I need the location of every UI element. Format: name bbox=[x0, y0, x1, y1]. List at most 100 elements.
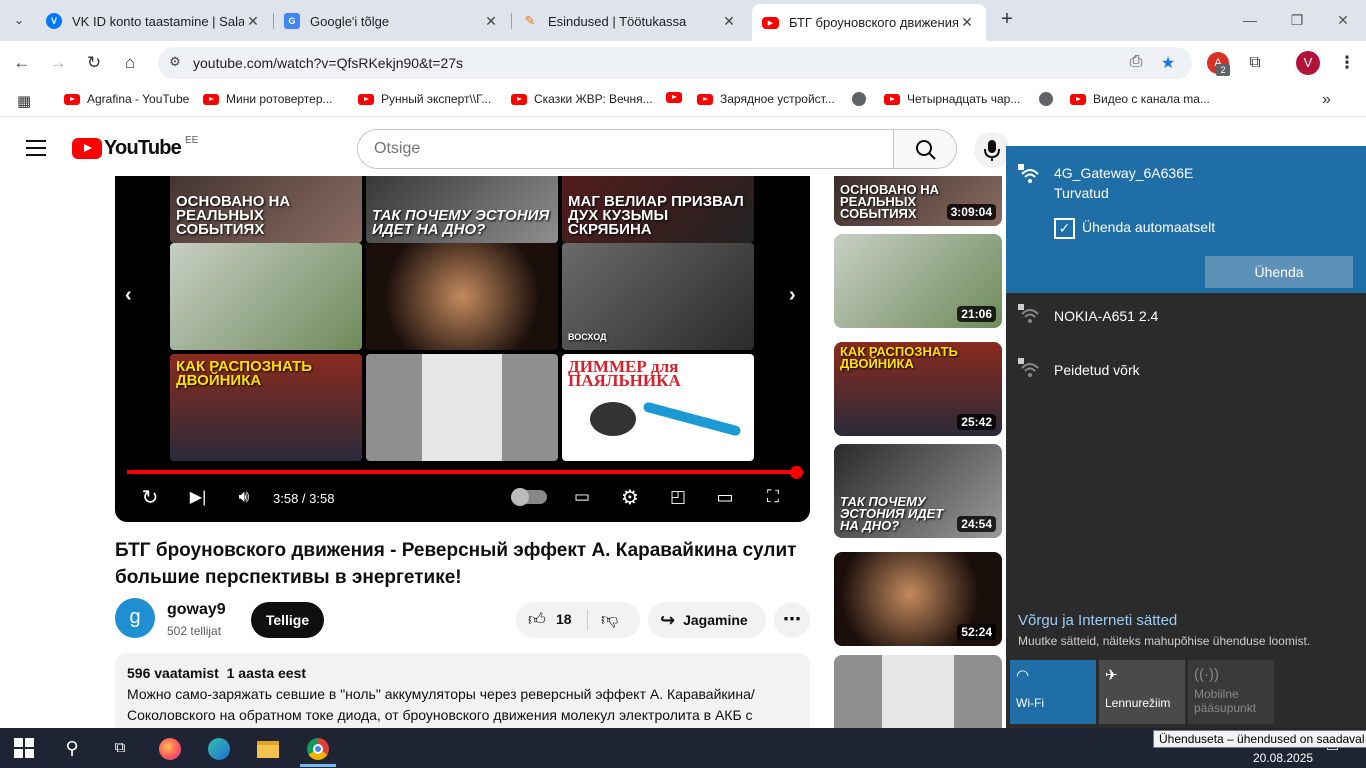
channel-avatar[interactable]: g bbox=[115, 598, 155, 638]
recommended-video[interactable]: ОСНОВАНО НА РЕАЛЬНЫХ СОБЫТИЯХ 3:09:04 bbox=[834, 176, 1002, 226]
endscreen-next-chevron-icon[interactable]: › bbox=[789, 284, 796, 307]
airplane-icon: ✈ bbox=[1105, 667, 1118, 684]
settings-gear-icon[interactable]: ⚙ bbox=[617, 484, 643, 510]
address-bar[interactable]: ⚙ youtube.com/watch?v=QfsRKekjn90&t=27s … bbox=[158, 47, 1192, 79]
subscribe-button[interactable]: Tellige bbox=[251, 602, 324, 638]
new-tab-plus-icon[interactable]: + bbox=[995, 8, 1019, 32]
connect-button[interactable]: Ühenda bbox=[1205, 256, 1353, 288]
endscreen-video[interactable]: ВОСХОД bbox=[562, 243, 754, 350]
progress-scrubber[interactable] bbox=[790, 466, 803, 479]
tab-close-icon[interactable]: ✕ bbox=[958, 14, 976, 31]
endscreen-video[interactable]: МАГ ВЕЛИАР ПРИЗВАЛ ДУХ КУЗЬМЫ СКРЯБИНА bbox=[562, 176, 754, 243]
tab-close-icon[interactable]: ✕ bbox=[482, 13, 500, 30]
bookmark-item[interactable]: Видео с канала ma... bbox=[1070, 92, 1210, 106]
firefox-icon[interactable] bbox=[150, 734, 190, 762]
subtitles-icon[interactable]: ▭ bbox=[569, 484, 595, 510]
endscreen-video[interactable] bbox=[170, 243, 362, 350]
miniplayer-icon[interactable]: ◰ bbox=[665, 484, 691, 510]
network-item[interactable]: Peidetud võrk bbox=[1006, 350, 1366, 394]
task-view-icon[interactable]: ⧉ bbox=[100, 734, 140, 762]
tab-close-icon[interactable]: ✕ bbox=[720, 13, 738, 30]
tab-title: Google'i tõlge bbox=[310, 13, 390, 29]
bookmark-item[interactable]: Мини ротовертер... bbox=[203, 92, 333, 106]
bookmark-item[interactable]: Agrafina - YouTube bbox=[64, 92, 189, 106]
back-arrow-icon[interactable]: ← bbox=[9, 50, 35, 76]
endscreen-video[interactable] bbox=[366, 354, 558, 461]
profile-avatar[interactable]: V bbox=[1296, 51, 1320, 75]
quick-action-hotspot[interactable]: ((·)) Mobiilne pääsupunkt bbox=[1188, 660, 1274, 724]
tab-search-chevron-icon[interactable]: ⌄ bbox=[6, 7, 32, 33]
home-icon[interactable]: ⌂ bbox=[117, 50, 143, 76]
video-player[interactable]: ОСНОВАНО НА РЕАЛЬНЫХ СОБЫТИЯХ ТАК ПОЧЕМУ… bbox=[115, 176, 810, 522]
endscreen-video[interactable]: ОСНОВАНО НА РЕАЛЬНЫХ СОБЫТИЯХ bbox=[170, 176, 362, 243]
channel-name[interactable]: goway9 bbox=[167, 601, 226, 619]
quick-action-airplane[interactable]: ✈ Lennurežiim bbox=[1099, 660, 1185, 724]
bookmark-item[interactable]: Четырнадцать чар... bbox=[884, 92, 1020, 106]
recommended-video[interactable] bbox=[834, 655, 1002, 728]
quick-action-wifi[interactable]: ◠ Wi-Fi bbox=[1010, 660, 1096, 724]
dislike-thumb-icon[interactable]: 👎︎ bbox=[601, 609, 618, 630]
like-thumb-icon[interactable]: 👍︎ bbox=[528, 609, 546, 630]
search-input[interactable] bbox=[357, 129, 894, 169]
bookmark-item[interactable] bbox=[852, 92, 874, 106]
apps-grid-icon[interactable]: ▦ bbox=[17, 92, 31, 110]
network-settings-description: Muutke sätteid, näiteks mahupõhise ühend… bbox=[1018, 634, 1311, 648]
tray-date[interactable]: 20.08.2025 bbox=[1253, 751, 1313, 765]
fullscreen-icon[interactable]: ⛶ bbox=[760, 484, 786, 510]
file-explorer-icon[interactable] bbox=[248, 734, 288, 762]
forward-arrow-icon[interactable]: → bbox=[45, 50, 71, 76]
tab-close-icon[interactable]: ✕ bbox=[244, 13, 262, 30]
chrome-icon[interactable] bbox=[298, 734, 338, 762]
recommended-video[interactable]: ТАК ПОЧЕМУ ЭСТОНИЯ ИДЕТ НА ДНО? 24:54 bbox=[834, 444, 1002, 538]
endscreen-video[interactable] bbox=[366, 243, 558, 350]
progress-bar[interactable] bbox=[127, 470, 797, 474]
recommended-video[interactable]: 21:06 bbox=[834, 234, 1002, 328]
autoplay-toggle[interactable] bbox=[511, 488, 547, 506]
bookmark-label: Рунный эксперт\\Г... bbox=[381, 92, 492, 106]
youtube-logo[interactable]: YouTube EE bbox=[72, 135, 198, 160]
network-item-selected[interactable]: 4G_Gateway_6A636E Turvatud ✓ Ühenda auto… bbox=[1006, 146, 1366, 293]
browser-menu-icon[interactable]: ⋮ bbox=[1334, 50, 1360, 76]
reload-icon[interactable]: ↻ bbox=[81, 50, 107, 76]
endscreen-video[interactable]: ТАК ПОЧЕМУ ЭСТОНИЯ ИДЕТ НА ДНО? bbox=[366, 176, 558, 243]
install-app-icon[interactable]: ⎙ bbox=[1126, 53, 1146, 73]
volume-icon[interactable]: 🔊︎ bbox=[231, 484, 257, 510]
edge-icon[interactable] bbox=[199, 734, 239, 762]
endscreen-prev-chevron-icon[interactable]: ‹ bbox=[125, 284, 132, 307]
replay-icon[interactable]: ↻ bbox=[137, 484, 163, 510]
bookmark-item[interactable]: Зарядное устройст... bbox=[697, 92, 835, 106]
theater-mode-icon[interactable]: ▭ bbox=[712, 484, 738, 510]
tab-google-translate[interactable]: G Google'i tõlge ✕ bbox=[274, 5, 510, 37]
search-icon[interactable]: ⚲ bbox=[52, 734, 92, 762]
share-button[interactable]: ↪ Jagamine bbox=[648, 602, 766, 638]
bookmark-item[interactable]: Рунный эксперт\\Г... bbox=[358, 92, 491, 106]
wifi-secured-icon bbox=[1018, 358, 1039, 377]
endscreen-video[interactable]: ДИММЕР для ПАЯЛЬНИКА bbox=[562, 354, 754, 461]
network-item[interactable]: NOKIA-A651 2.4 bbox=[1006, 296, 1366, 340]
windows-start-icon[interactable] bbox=[4, 734, 44, 762]
tab-vk-id[interactable]: V VK ID konto taastamine | Salas ✕ bbox=[36, 5, 272, 37]
more-actions-icon[interactable]: ⋯ bbox=[774, 602, 810, 638]
search-button[interactable] bbox=[893, 129, 957, 169]
restore-icon[interactable]: ❐ bbox=[1285, 8, 1309, 32]
bookmarks-bar: ▦ Agrafina - YouTube Мини ротовертер... … bbox=[0, 85, 1366, 117]
recommended-video[interactable]: 52:24 bbox=[834, 552, 1002, 646]
network-settings-link[interactable]: Võrgu ja Interneti sätted bbox=[1018, 612, 1177, 629]
close-window-icon[interactable]: ✕ bbox=[1331, 8, 1355, 32]
bookmark-star-icon[interactable]: ★ bbox=[1158, 53, 1178, 73]
tab-tootukassa[interactable]: ✎ Esindused | Töötukassa ✕ bbox=[512, 5, 748, 37]
next-video-icon[interactable]: ▶| bbox=[185, 484, 211, 510]
more-bookmarks-chevron-icon[interactable]: » bbox=[1322, 91, 1331, 109]
extensions-puzzle-icon[interactable]: ⧉ bbox=[1242, 50, 1268, 76]
endscreen-video[interactable]: КАК РАСПОЗНАТЬ ДВОЙНИКА bbox=[170, 354, 362, 461]
bookmark-item[interactable] bbox=[1039, 92, 1061, 106]
recommended-video[interactable]: КАК РАСПОЗНАТЬ ДВОЙНИКА 25:42 bbox=[834, 342, 1002, 436]
hamburger-menu-icon[interactable] bbox=[26, 140, 46, 161]
bookmark-item[interactable]: Сказки ЖВР: Вечня... bbox=[511, 92, 653, 106]
minimize-icon[interactable]: — bbox=[1238, 8, 1262, 32]
site-info-icon[interactable]: ⚙ bbox=[166, 54, 184, 72]
bookmark-item[interactable] bbox=[666, 92, 689, 103]
tab-youtube-active[interactable]: ▶ БТГ броуновского движения - ✕ bbox=[752, 4, 986, 41]
auto-connect-checkbox[interactable]: ✓ bbox=[1054, 218, 1075, 239]
voice-search-button[interactable] bbox=[974, 132, 1010, 168]
